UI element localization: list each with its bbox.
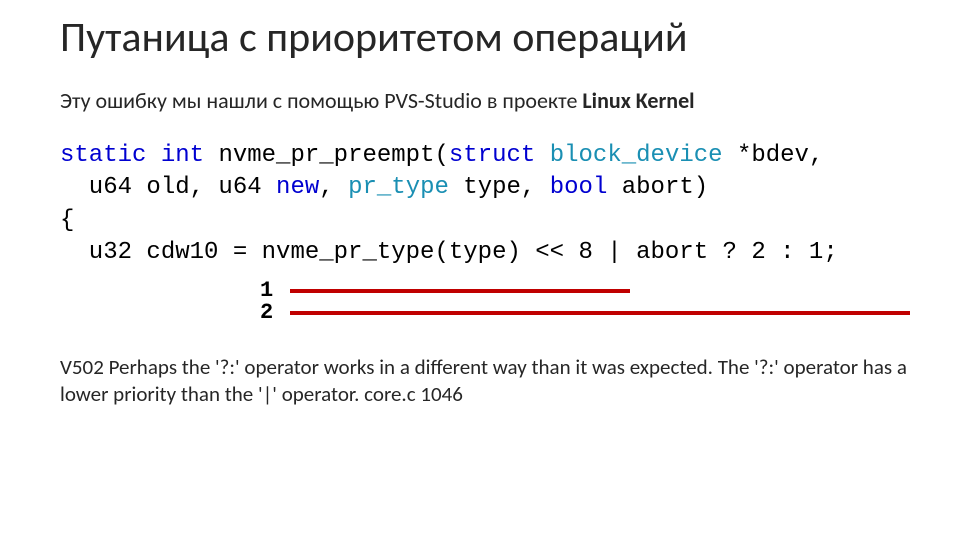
- code-l2-mid2: type,: [449, 174, 550, 201]
- kw-new: new: [276, 174, 319, 201]
- type-pr-type: pr_type: [348, 174, 449, 201]
- annot-row-1: 1: [260, 280, 912, 302]
- slide: Путаница с приоритетом операций Эту ошиб…: [0, 0, 960, 540]
- priority-bar-2: [290, 311, 910, 315]
- kw-static: static: [60, 142, 146, 169]
- kw-bool: bool: [550, 174, 608, 201]
- slide-title: Путаница с приоритетом операций: [60, 12, 912, 63]
- code-sp1: [535, 142, 549, 169]
- diagnostic-text: V502 Perhaps the '?:' operator works in …: [60, 354, 912, 409]
- slide-subtitle: Эту ошибку мы нашли с помощью PVS-Studio…: [60, 87, 912, 114]
- code-block: static int nvme_pr_preempt(struct block_…: [60, 140, 912, 270]
- subtitle-bold: Linux Kernel: [582, 87, 694, 114]
- kw-int: int: [161, 142, 204, 169]
- code-body: u32 cdw10 = nvme_pr_type(type) << 8 | ab…: [60, 239, 838, 266]
- code-l2-tail: abort): [607, 174, 708, 201]
- code-fn: nvme_pr_preempt(: [204, 142, 449, 169]
- code-l2-mid: ,: [319, 174, 348, 201]
- subtitle-text: Эту ошибку мы нашли с помощью PVS-Studio…: [60, 87, 582, 114]
- priority-annotation: 1 2: [260, 280, 912, 324]
- code-l1-tail: *bdev,: [723, 142, 824, 169]
- kw-struct: struct: [449, 142, 535, 169]
- annot-num-2: 2: [260, 300, 278, 325]
- type-block-device: block_device: [550, 142, 723, 169]
- priority-bar-1: [290, 289, 630, 293]
- code-brace-open: {: [60, 207, 74, 234]
- annot-row-2: 2: [260, 302, 912, 324]
- code-l2-pre: u64 old, u64: [60, 174, 276, 201]
